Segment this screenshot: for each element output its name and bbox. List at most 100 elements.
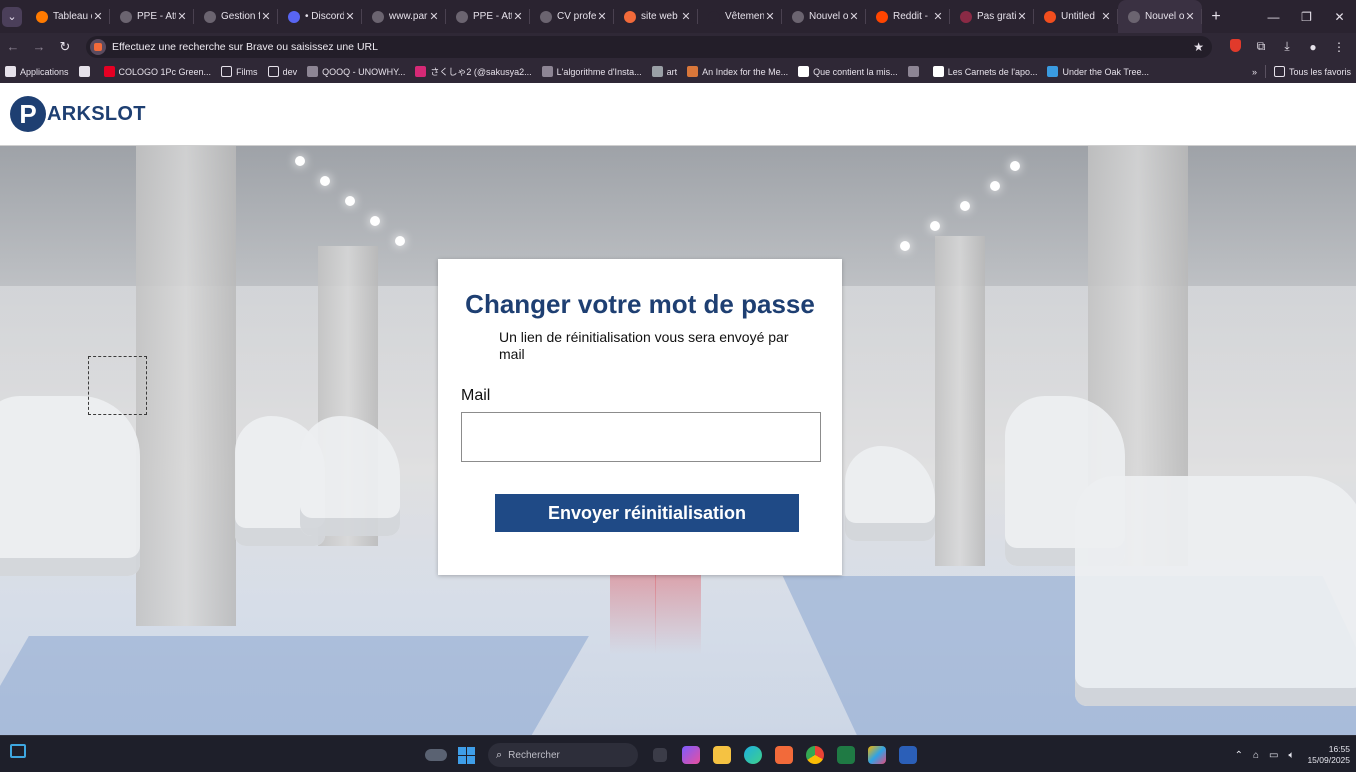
bookmark-item[interactable]: L'algorithme d'Insta...: [537, 66, 647, 77]
display-icon[interactable]: ▭: [1269, 750, 1278, 761]
minimize-button[interactable]: —: [1257, 0, 1290, 33]
all-bookmarks-label: Tous les favoris: [1288, 66, 1351, 77]
tab-close-icon[interactable]: ✕: [1100, 10, 1112, 23]
bookmark-item[interactable]: さくしゃ2 (@sakusya2...: [410, 65, 536, 78]
new-tab-button[interactable]: +: [1204, 8, 1228, 26]
clock[interactable]: 16:55 15/09/2025: [1307, 744, 1350, 766]
tab-close-icon[interactable]: ✕: [680, 10, 692, 23]
browser-tab[interactable]: • Discord ✕: [278, 0, 362, 33]
tab-close-icon[interactable]: ✕: [1016, 10, 1028, 23]
downloads-icon[interactable]: ⤓: [1274, 39, 1300, 54]
profile-avatar[interactable]: ●: [1300, 40, 1326, 54]
reload-button[interactable]: ↻: [52, 39, 78, 55]
bookmark-item[interactable]: An Index for the Me...: [682, 66, 793, 77]
browser-tab[interactable]: Reddit - ✕: [866, 0, 950, 33]
bookmarks-list: Applications COLOGO 1Pc Green... Films dev Q…: [0, 65, 1154, 78]
close-window-button[interactable]: ✕: [1323, 0, 1356, 33]
card-title: Changer votre mot de passe: [465, 289, 815, 319]
browser-tab[interactable]: Gestion f ✕: [194, 0, 278, 33]
ceiling-light: [900, 241, 910, 251]
bookmark-item[interactable]: dev: [263, 66, 303, 77]
ceiling-light: [395, 236, 405, 246]
clock-date: 15/09/2025: [1307, 755, 1350, 765]
edge-icon[interactable]: [737, 740, 768, 770]
taskbar-search[interactable]: ⌕ Rechercher: [488, 743, 638, 767]
forward-button[interactable]: →: [26, 39, 52, 54]
browser-tab[interactable]: PPE - Att ✕: [110, 0, 194, 33]
bookmark-item[interactable]: Applications: [0, 66, 74, 77]
reflection: [655, 574, 701, 654]
windows-taskbar: ⌕ Rechercher ⌃ ⌂ ▭ 🔈︎ 16:55 15/09/2025: [0, 735, 1356, 772]
tab-close-icon[interactable]: ✕: [1184, 10, 1196, 23]
tray-overflow-icon[interactable]: ⌃: [1235, 750, 1243, 761]
globe-icon: [540, 10, 552, 23]
tab-close-icon[interactable]: ✕: [764, 10, 776, 23]
send-reset-button[interactable]: Envoyer réinitialisation: [495, 494, 799, 532]
browser-tab[interactable]: Nouvel o ✕: [1118, 0, 1202, 33]
tab-title: Vêtemen: [725, 11, 764, 22]
browser-tab[interactable]: PPE - Att ✕: [446, 0, 530, 33]
mail-input[interactable]: [461, 412, 821, 462]
store-app-icon[interactable]: [675, 740, 706, 770]
browser-tab-strip: ⌄ Tableau d✕PPE - Att✕Gestion f✕• Discor…: [0, 0, 1356, 33]
paint-icon[interactable]: [861, 740, 892, 770]
weather-icon[interactable]: [420, 740, 451, 770]
file-explorer-icon[interactable]: [706, 740, 737, 770]
bookmark-item[interactable]: COLOGO 1Pc Green...: [99, 66, 217, 77]
tab-close-icon[interactable]: ✕: [176, 10, 188, 23]
browser-tab[interactable]: Untitled ✕: [1034, 0, 1118, 33]
clock-time: 16:55: [1328, 744, 1350, 754]
brave-app-icon[interactable]: [768, 740, 799, 770]
ceiling-light: [320, 176, 330, 186]
bookmark-label: さくしゃ2 (@sakusya2...: [430, 67, 532, 77]
address-bar[interactable]: Effectuez une recherche sur Brave ou sai…: [86, 35, 1212, 58]
brave-shield-icon[interactable]: [90, 38, 106, 55]
browser-tab[interactable]: Vêtemen ✕: [698, 0, 782, 33]
tab-close-icon[interactable]: ✕: [848, 10, 860, 23]
bookmarks-overflow-button[interactable]: »: [1247, 67, 1262, 77]
browser-tab[interactable]: Pas grati ✕: [950, 0, 1034, 33]
logo-p-icon: P: [10, 96, 46, 132]
menu-icon[interactable]: ⋮: [1326, 40, 1352, 54]
network-icon[interactable]: ⌂: [1253, 750, 1259, 761]
tab-close-icon[interactable]: ✕: [260, 10, 272, 23]
tab-title: site web: [641, 11, 678, 22]
tab-close-icon[interactable]: ✕: [932, 10, 944, 23]
bookmark-star-icon[interactable]: ★: [1193, 40, 1204, 54]
all-bookmarks-button[interactable]: Tous les favoris: [1269, 66, 1356, 77]
tab-close-icon[interactable]: ✕: [344, 10, 356, 23]
bookmark-item[interactable]: art: [647, 66, 683, 77]
tab-close-icon[interactable]: ✕: [92, 10, 104, 23]
tab-search-icon[interactable]: ⌄: [2, 6, 22, 27]
bookmark-item[interactable]: Films: [216, 66, 263, 77]
tab-close-icon[interactable]: ✕: [512, 10, 524, 23]
browser-tab[interactable]: Nouvel o ✕: [782, 0, 866, 33]
tab-title: Gestion f: [221, 11, 260, 22]
browser-tab[interactable]: site web ✕: [614, 0, 698, 33]
bookmark-item[interactable]: [903, 66, 928, 77]
bookmark-item[interactable]: Que contient la mis...: [793, 66, 903, 77]
brave-rewards-icon[interactable]: [1222, 38, 1248, 55]
start-button[interactable]: [451, 740, 482, 770]
parkslot-logo[interactable]: P ARKSLOT: [10, 96, 146, 132]
restore-button[interactable]: ❐: [1290, 0, 1323, 33]
bookmark-item[interactable]: Under the Oak Tree...: [1042, 66, 1154, 77]
parking-lane-marking: [0, 636, 589, 735]
bookmark-item[interactable]: QOOQ - UNOWHY...: [302, 66, 410, 77]
tab-close-icon[interactable]: ✕: [428, 10, 440, 23]
back-button[interactable]: ←: [0, 39, 26, 54]
bookmark-item[interactable]: [74, 66, 99, 77]
bookmark-item[interactable]: Les Carnets de l'apo...: [928, 66, 1043, 77]
tab-close-icon[interactable]: ✕: [596, 10, 608, 23]
task-view-icon[interactable]: [644, 740, 675, 770]
word-icon[interactable]: [892, 740, 923, 770]
browser-tab[interactable]: CV profe ✕: [530, 0, 614, 33]
browser-tab[interactable]: Tableau d✕: [26, 0, 110, 33]
widgets-icon[interactable]: [10, 744, 28, 762]
volume-icon[interactable]: 🔈︎: [1288, 750, 1294, 761]
chrome-icon[interactable]: [799, 740, 830, 770]
excel-icon[interactable]: [830, 740, 861, 770]
parked-car: [300, 416, 400, 536]
extensions-icon[interactable]: ⧉: [1248, 39, 1274, 54]
browser-tab[interactable]: www.par ✕: [362, 0, 446, 33]
